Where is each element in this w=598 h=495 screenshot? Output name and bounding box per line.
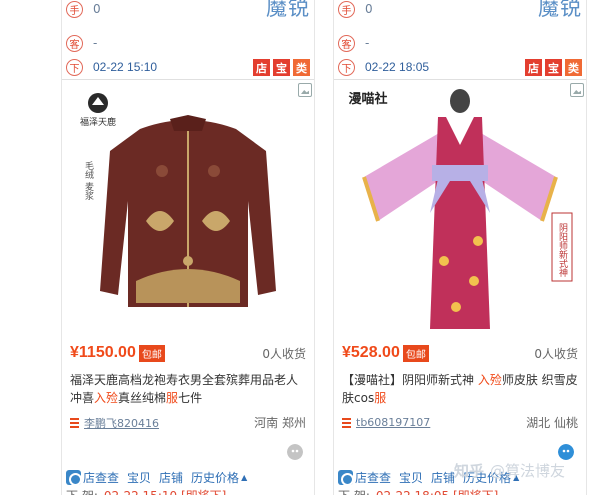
product-image[interactable]: 福泽天鹿 毛绒 麦浆 — [62, 81, 314, 331]
hand-value: 0 — [93, 2, 101, 16]
title-keyword[interactable]: 入殓 — [478, 373, 502, 387]
title-keyword[interactable]: 入殓 — [94, 391, 118, 405]
shop-tag[interactable]: 店 — [525, 59, 542, 76]
hand-icon: 手 — [338, 0, 355, 18]
delist-date: 02-22 18:05 [即将下] — [376, 487, 498, 495]
title-keyword[interactable]: 服 — [374, 391, 386, 405]
guest-value: - — [93, 36, 98, 50]
guest-row: 客 - — [338, 34, 369, 52]
guest-icon: 客 — [338, 34, 355, 52]
item-tag[interactable]: 宝 — [545, 59, 562, 76]
price: ¥1150.00 — [70, 344, 136, 361]
title-text[interactable]: 真丝纯棉 — [118, 391, 166, 405]
location: 湖北 仙桃 — [526, 416, 578, 430]
guest-value: - — [365, 36, 370, 50]
image-icon[interactable] — [298, 83, 312, 97]
seller-link[interactable]: 李鹏飞820416 — [84, 415, 159, 431]
product-title[interactable]: 福泽天鹿高档龙袍寿衣男全套殡葬用品老人冲喜入殓真丝纯棉服七件 — [70, 371, 306, 407]
side-label: 毛绒 麦浆 — [83, 160, 94, 200]
down-icon: 下 — [338, 58, 355, 76]
action-bar: 店查查 宝贝 店铺 历史价格 ▲ — [66, 469, 247, 486]
hand-row: 手 0 — [66, 0, 101, 18]
title-text[interactable]: 七件 — [178, 391, 202, 405]
brand-label: 漫喵社 — [348, 91, 387, 107]
tag-group: 店 宝 类 — [253, 59, 310, 76]
free-shipping-badge: 包邮 — [402, 344, 429, 362]
guest-row: 客 - — [66, 34, 97, 52]
action-dianchacha[interactable]: 店查查 — [355, 469, 391, 486]
hand-row: 手 0 — [338, 0, 373, 18]
logo-text: 魔锐 — [538, 0, 582, 20]
watermark: 知乎 @算法博友 — [454, 460, 565, 481]
seller-icon — [70, 417, 79, 428]
image-icon[interactable] — [570, 83, 584, 97]
title-text[interactable]: 【漫喵社】阴阳师新式神 — [342, 373, 478, 387]
hand-icon: 手 — [66, 0, 83, 18]
product-card: 手 0 客 - 下 02-22 18:05 魔锐 店 宝 类 漫喵社 阴阳师新式… — [334, 0, 586, 495]
title-keyword[interactable]: 服 — [166, 391, 178, 405]
free-shipping-badge: 包邮 — [138, 344, 165, 362]
down-date: 02-22 15:10 — [93, 60, 158, 74]
seller-link[interactable]: tb608197107 — [356, 416, 430, 429]
kimono-illustration: 漫喵社 阴阳师新式神 — [348, 89, 573, 329]
price-row: ¥1150.00 包邮 0人收货 — [70, 344, 306, 362]
delist-label: 下 架: — [66, 487, 98, 495]
shop-tag[interactable]: 店 — [253, 59, 270, 76]
price-row: ¥528.00 包邮 0人收货 — [342, 344, 578, 362]
product-image[interactable]: 漫喵社 阴阳师新式神 — [334, 81, 586, 331]
zhihu-logo: 知乎 — [454, 462, 485, 480]
side-label: 阴阳师新式神 — [557, 223, 568, 278]
divider — [62, 79, 314, 80]
seller-row: 李鹏飞820416 河南 郑州 — [70, 414, 306, 431]
wangwang-icon[interactable] — [558, 444, 574, 460]
price: ¥528.00 — [342, 344, 400, 361]
product-title[interactable]: 【漫喵社】阴阳师新式神 入殓师皮肤 织雪皮肤cos服 — [342, 371, 578, 407]
action-item[interactable]: 宝贝 — [399, 469, 423, 486]
brand-label: 福泽天鹿 — [80, 116, 116, 128]
triangle-down-icon[interactable]: ▲ — [241, 473, 247, 482]
category-tag[interactable]: 类 — [293, 59, 310, 76]
tag-group: 店 宝 类 — [525, 59, 582, 76]
action-shop[interactable]: 店铺 — [159, 469, 183, 486]
seller-row: tb608197107 湖北 仙桃 — [342, 414, 578, 431]
delist-date: 02-22 15:10 [即将下] — [104, 487, 226, 495]
action-item[interactable]: 宝贝 — [127, 469, 151, 486]
down-row: 下 02-22 15:10 — [66, 58, 157, 76]
delist-row: 下 架: 02-22 18:05 [即将下] — [338, 487, 498, 495]
down-icon: 下 — [66, 58, 83, 76]
product-card: 手 0 客 - 下 02-22 15:10 魔锐 店 宝 类 福泽天鹿 毛绒 麦… — [62, 0, 314, 495]
divider — [334, 79, 586, 80]
location: 河南 郑州 — [254, 416, 306, 430]
guest-icon: 客 — [66, 34, 83, 52]
dianchacha-icon — [66, 470, 82, 486]
seller-icon — [342, 417, 351, 428]
logo-text: 魔锐 — [266, 0, 310, 20]
watermark-text: @算法博友 — [490, 462, 566, 480]
down-date: 02-22 18:05 — [365, 60, 430, 74]
dianchacha-icon — [338, 470, 354, 486]
hand-value: 0 — [365, 2, 373, 16]
sold-count: 0人收货 — [262, 346, 306, 361]
delist-label: 下 架: — [338, 487, 370, 495]
action-shop[interactable]: 店铺 — [431, 469, 455, 486]
action-price-history[interactable]: 历史价格 — [191, 469, 239, 486]
down-row: 下 02-22 18:05 — [338, 58, 429, 76]
item-tag[interactable]: 宝 — [273, 59, 290, 76]
sold-count: 0人收货 — [534, 346, 578, 361]
action-dianchacha[interactable]: 店查查 — [83, 469, 119, 486]
category-tag[interactable]: 类 — [565, 59, 582, 76]
delist-row: 下 架: 02-22 15:10 [即将下] — [66, 487, 226, 495]
robe-illustration: 福泽天鹿 毛绒 麦浆 — [80, 93, 276, 307]
wangwang-icon[interactable] — [287, 444, 303, 460]
